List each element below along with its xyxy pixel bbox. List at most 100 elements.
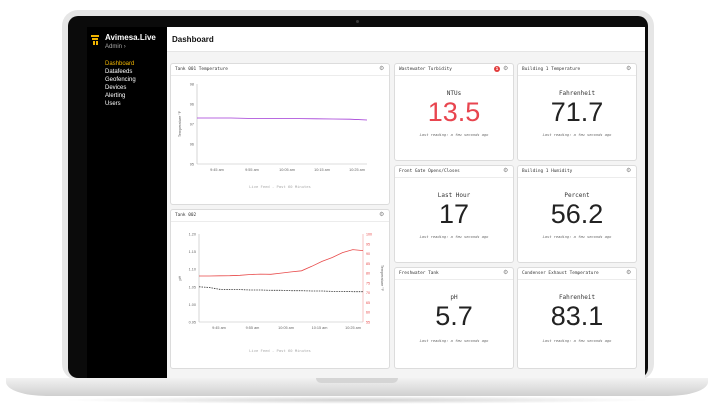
y-tick-label-right: 55	[366, 321, 370, 325]
y-tick-label-right: 85	[366, 262, 370, 266]
top-bar: Dashboard	[167, 27, 645, 52]
reading-value: 71.7	[550, 97, 604, 127]
chart-caption: Live Feed - Past 60 Minutes	[249, 348, 311, 353]
series-line	[197, 117, 368, 121]
last-reading: Last reading: a few seconds ago	[419, 235, 489, 239]
front-gate-card: Front Gate Opens/Closes ⚙ Last Hour 17 L…	[394, 165, 514, 263]
y-tick-label-right: 90	[366, 252, 370, 256]
app-screen: Avimesa.Live Admin › Dashboard Datafeeds…	[87, 27, 645, 378]
card-title: Front Gate Opens/Closes	[399, 169, 460, 174]
card-header: Building 1 Humidity ⚙	[518, 166, 636, 178]
y-tick-label-right: 75	[366, 281, 370, 285]
card-header: Condenser Exhaust Temperature ⚙	[518, 268, 636, 280]
gear-icon[interactable]: ⚙	[503, 270, 509, 276]
sidebar-item-datafeeds[interactable]: Datafeeds	[105, 68, 136, 76]
y-tick-label-left: 1.20	[189, 233, 196, 237]
x-tick-label: 9:45 am	[212, 326, 226, 330]
reading-value: 5.7	[435, 301, 473, 331]
y-axis-label-right: Temperature °F	[380, 265, 384, 292]
y-tick-label: 97	[190, 123, 194, 127]
x-tick-label: 10:15 am	[312, 326, 328, 330]
y-axis-label: Temperature °F	[178, 110, 182, 137]
last-reading: Last reading: a few seconds ago	[542, 133, 612, 137]
y-tick-label: 95	[190, 163, 194, 167]
webcam	[356, 20, 359, 23]
condenser-exhaust-card: Condenser Exhaust Temperature ⚙ Fahrenhe…	[517, 267, 637, 369]
last-reading: Last reading: a few seconds ago	[542, 339, 612, 343]
sidebar-item-users[interactable]: Users	[105, 100, 136, 108]
reading-unit: pH	[450, 294, 458, 301]
reading-value: 83.1	[550, 301, 604, 331]
card-title: Freshwater Tank	[399, 271, 439, 276]
y-tick-label-right: 80	[366, 272, 370, 276]
logo-icon	[91, 35, 99, 45]
y-tick-label: 96	[190, 103, 194, 107]
y-tick-label-left: 0.95	[189, 321, 196, 325]
alert-badge[interactable]: 1	[494, 66, 500, 72]
building-temperature-card: Building 1 Temperature ⚙ Fahrenheit 71.7…	[517, 63, 637, 161]
card-header: Wastewater Turbidity 1 ⚙	[395, 64, 513, 76]
x-tick-label: 10:05 am	[278, 326, 294, 330]
y-tick-label-left: 1.10	[189, 268, 196, 272]
card-title: Building 1 Humidity	[522, 169, 573, 174]
brand-name: Avimesa.Live	[105, 33, 156, 42]
x-tick-label: 10:25 am	[345, 326, 361, 330]
last-reading: Last reading: a few seconds ago	[419, 133, 489, 137]
y-tick-label-right: 100	[366, 233, 372, 237]
x-tick-label: 9:55 am	[246, 326, 260, 330]
gear-icon[interactable]: ⚙	[503, 168, 509, 174]
x-tick-label: 9:55 am	[245, 168, 259, 172]
tank-002-chart: 1.20 1.15 1.10 1.05 1.00 0.95 100 95 90 85 80 75 70 6…	[178, 233, 384, 331]
y-axis-label-left: pH	[178, 275, 182, 280]
y-tick-label: 98	[190, 83, 194, 87]
sidebar-nav: Dashboard Datafeeds Geofencing Devices A…	[105, 60, 136, 108]
sidebar-item-devices[interactable]: Devices	[105, 84, 136, 92]
sidebar-item-alerting[interactable]: Alerting	[105, 92, 136, 100]
x-tick-label: 10:25 am	[349, 168, 365, 172]
user-role-menu[interactable]: Admin ›	[105, 44, 126, 50]
reading-value: 13.5	[427, 97, 481, 127]
chevron-down-icon: ›	[123, 44, 126, 50]
gear-icon[interactable]: ⚙	[626, 168, 632, 174]
sidebar: Avimesa.Live Admin › Dashboard Datafeeds…	[87, 27, 167, 378]
card-title: Wastewater Turbidity	[399, 67, 452, 72]
tank-001-chart: 98 96 97 96 95 9:45 am 9:55 am 10:05 am 10:15 am…	[178, 83, 368, 172]
reading-value: 56.2	[550, 199, 604, 229]
x-tick-label: 9:45 am	[210, 168, 224, 172]
reading-unit: Percent	[564, 192, 590, 199]
reading-unit: NTUs	[446, 90, 462, 97]
reading-value: 17	[438, 199, 470, 229]
tank-001-chart-card: Tank 001 Temperature ⚙ 98 96 97 96 95 9:45 am…	[170, 63, 390, 205]
y-tick-label: 96	[190, 143, 194, 147]
ph-series-line	[198, 286, 363, 293]
y-tick-label-left: 1.15	[189, 250, 196, 254]
y-tick-label-left: 1.05	[189, 285, 196, 289]
reading-unit: Fahrenheit	[558, 90, 596, 97]
reading-unit: Fahrenheit	[558, 294, 596, 301]
card-header: Building 1 Temperature ⚙	[518, 64, 636, 76]
user-role-label: Admin	[105, 44, 123, 50]
main-content: Dashboard Tank 001 Temperature ⚙ 98 96 97 9…	[167, 27, 645, 378]
laptop-shadow	[60, 396, 654, 404]
gear-icon[interactable]: ⚙	[626, 66, 632, 72]
last-reading: Last reading: a few seconds ago	[542, 235, 612, 239]
gear-icon[interactable]: ⚙	[503, 66, 509, 72]
card-title: Building 1 Temperature	[522, 67, 581, 72]
card-title: Condenser Exhaust Temperature	[522, 271, 599, 276]
wastewater-turbidity-card: Wastewater Turbidity 1 ⚙ NTUs 13.5 Last …	[394, 63, 514, 161]
reading-unit: Last Hour	[437, 192, 471, 199]
gear-icon[interactable]: ⚙	[626, 270, 632, 276]
sidebar-item-dashboard[interactable]: Dashboard	[105, 60, 136, 68]
y-tick-label-right: 95	[366, 242, 370, 246]
sidebar-item-geofencing[interactable]: Geofencing	[105, 76, 136, 84]
y-tick-label-left: 1.00	[189, 303, 196, 307]
x-tick-label: 10:05 am	[279, 168, 295, 172]
x-tick-label: 10:15 am	[314, 168, 330, 172]
card-header: Freshwater Tank ⚙	[395, 268, 513, 280]
y-tick-label-right: 60	[366, 311, 370, 315]
laptop-notch	[316, 378, 398, 383]
last-reading: Last reading: a few seconds ago	[419, 339, 489, 343]
chart-caption: Live Feed - Past 60 Minutes	[249, 184, 311, 189]
tank-002-chart-card: Tank 002 ⚙ 1.20 1.15 1.10 1.05 1.00 0.95 100 95…	[170, 209, 390, 369]
building-humidity-card: Building 1 Humidity ⚙ Percent 56.2 Last …	[517, 165, 637, 263]
